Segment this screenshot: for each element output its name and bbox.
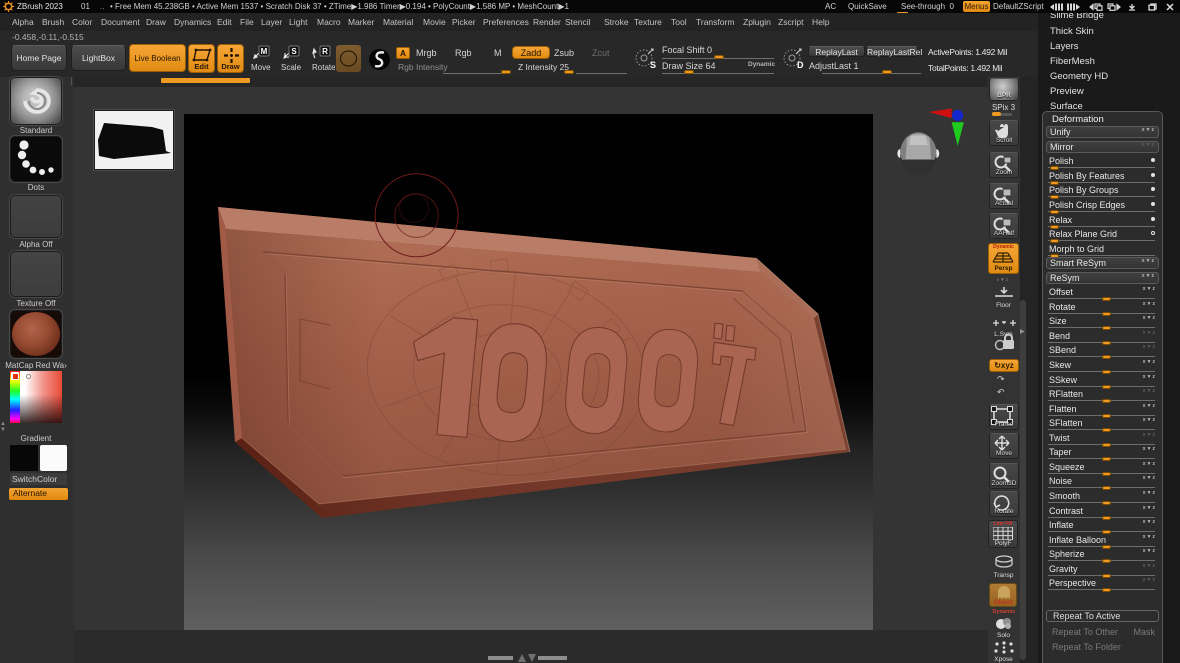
svg-text:M: M: [261, 47, 268, 56]
svg-text:S: S: [291, 47, 297, 56]
svg-text:R: R: [322, 47, 328, 56]
svg-text:S: S: [650, 60, 656, 70]
svg-text:D: D: [797, 60, 804, 70]
